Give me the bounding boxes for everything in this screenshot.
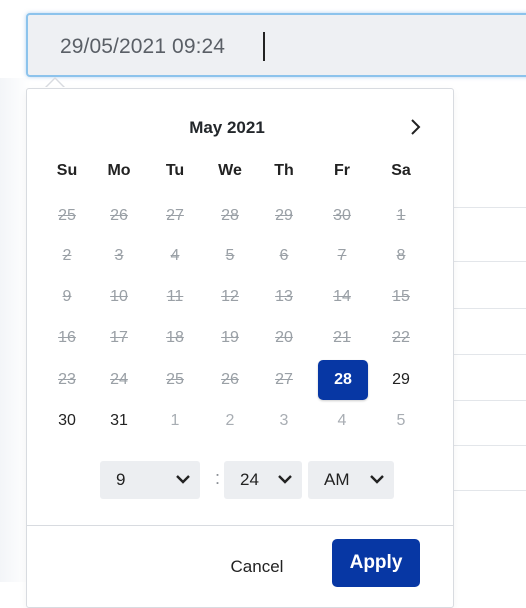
day-cell: 16 (58, 329, 76, 346)
day-cell: 6 (279, 247, 289, 264)
day-cell[interactable]: 29 (378, 363, 424, 397)
background-divider (454, 400, 526, 401)
date-picker-popover: May 2021 Su Mo Tu We Th Fr Sa 25 26 27 28 29 30 1 2 3 4 5… (26, 88, 454, 608)
next-month-button[interactable] (401, 113, 429, 141)
day-cell: 13 (275, 288, 293, 305)
weekday-header: Th (274, 162, 294, 179)
background-divider (454, 445, 526, 446)
background-divider (454, 261, 526, 262)
day-cell: 25 (58, 207, 76, 224)
selected-day[interactable]: 28 (318, 360, 368, 400)
hour-value: 9 (116, 470, 126, 489)
cancel-button[interactable]: Cancel (217, 552, 297, 582)
day-cell: 27 (166, 207, 184, 224)
chevron-down-icon (176, 475, 190, 484)
minute-select[interactable]: 24 (224, 461, 302, 499)
day-cell: 3 (114, 247, 124, 264)
hour-select[interactable]: 9 (100, 461, 200, 499)
weekday-header: Tu (165, 162, 185, 179)
day-cell[interactable]: 3 (261, 404, 307, 438)
day-cell: 1 (396, 207, 406, 224)
weekday-header: Sa (391, 162, 411, 179)
footer-divider (27, 525, 453, 526)
day-cell[interactable]: 30 (44, 404, 90, 438)
day-cell: 26 (110, 207, 128, 224)
weekday-header: Mo (107, 162, 131, 179)
day-cell: 7 (337, 247, 347, 264)
chevron-right-icon (411, 119, 421, 135)
day-cell: 27 (275, 371, 293, 388)
day-cell: 19 (221, 329, 239, 346)
day-cell: 23 (58, 371, 76, 388)
day-cell: 2 (62, 247, 72, 264)
day-cell: 25 (166, 371, 184, 388)
day-cell: 21 (333, 329, 351, 346)
time-separator: : (215, 468, 221, 488)
weekday-header: Su (56, 162, 78, 179)
day-cell: 15 (392, 288, 410, 305)
chevron-down-icon (370, 475, 384, 484)
weekday-header: Fr (334, 162, 350, 179)
day-cell: 29 (275, 207, 293, 224)
background-divider (454, 308, 526, 309)
day-cell[interactable]: 4 (319, 404, 365, 438)
weekday-header: We (218, 162, 242, 179)
day-cell: 28 (221, 207, 239, 224)
day-cell: 10 (110, 288, 128, 305)
datetime-input-value: 29/05/2021 09:24 (60, 35, 226, 58)
ampm-value: AM (324, 470, 350, 489)
minute-value: 24 (240, 470, 259, 489)
day-cell: 30 (333, 207, 351, 224)
day-cell: 4 (170, 247, 180, 264)
day-cell: 5 (225, 247, 235, 264)
day-cell: 8 (396, 247, 406, 264)
day-cell[interactable]: 1 (152, 404, 198, 438)
day-cell: 12 (221, 288, 239, 305)
day-cell: 22 (392, 329, 410, 346)
day-cell: 20 (275, 329, 293, 346)
datetime-input[interactable]: 29/05/2021 09:24 (26, 13, 526, 77)
day-cell: 18 (166, 329, 184, 346)
day-cell: 9 (62, 288, 72, 305)
day-cell: 24 (110, 371, 128, 388)
apply-button[interactable]: Apply (332, 539, 420, 587)
day-cell: 14 (333, 288, 351, 305)
popover-arrow-fill (46, 79, 64, 88)
background-divider (454, 207, 526, 208)
day-cell[interactable]: 5 (378, 404, 424, 438)
day-cell: 11 (166, 288, 184, 305)
text-caret (263, 32, 265, 61)
day-cell: 26 (221, 371, 239, 388)
day-cell[interactable]: 31 (96, 404, 142, 438)
month-title: May 2021 (189, 118, 265, 137)
day-cell[interactable]: 2 (207, 404, 253, 438)
background-divider (454, 354, 526, 355)
background-divider (454, 490, 526, 491)
chevron-down-icon (278, 475, 292, 484)
day-cell: 17 (110, 329, 128, 346)
ampm-select[interactable]: AM (308, 461, 394, 499)
